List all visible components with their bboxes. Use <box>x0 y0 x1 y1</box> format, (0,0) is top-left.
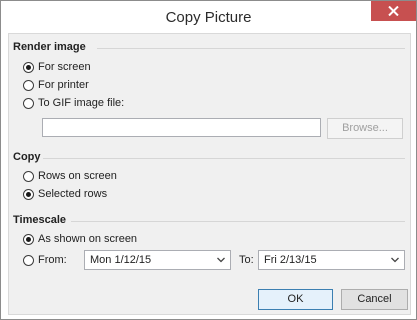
to-gif-radio[interactable] <box>23 98 34 109</box>
for-screen-label[interactable]: For screen <box>38 61 91 73</box>
for-screen-radio[interactable] <box>23 62 34 73</box>
gif-file-path-input[interactable] <box>42 118 321 137</box>
selected-rows-radio[interactable] <box>23 189 34 200</box>
from-date-value: Mon 1/12/15 <box>90 254 152 266</box>
from-date-dropdown[interactable]: Mon 1/12/15 <box>84 250 231 270</box>
browse-button[interactable]: Browse... <box>327 118 403 139</box>
render-image-separator <box>97 48 405 49</box>
timescale-separator <box>71 221 405 222</box>
render-image-heading: Render image <box>13 41 86 53</box>
close-icon <box>388 6 399 16</box>
selected-rows-label[interactable]: Selected rows <box>38 188 107 200</box>
for-printer-label[interactable]: For printer <box>38 79 89 91</box>
rows-on-screen-label[interactable]: Rows on screen <box>38 170 117 182</box>
copy-separator <box>43 158 405 159</box>
copy-heading: Copy <box>13 151 41 163</box>
copy-picture-dialog: Copy Picture Render image For screen For… <box>0 0 417 320</box>
to-date-value: Fri 2/13/15 <box>264 254 317 266</box>
from-radio[interactable] <box>23 255 34 266</box>
chevron-down-icon <box>391 257 399 263</box>
cancel-button[interactable]: Cancel <box>341 289 408 310</box>
for-printer-radio[interactable] <box>23 80 34 91</box>
chevron-down-icon <box>217 257 225 263</box>
ok-button[interactable]: OK <box>258 289 333 310</box>
to-date-dropdown[interactable]: Fri 2/13/15 <box>258 250 405 270</box>
dialog-title: Copy Picture <box>165 9 252 26</box>
title-bar[interactable]: Copy Picture <box>1 1 416 33</box>
rows-on-screen-radio[interactable] <box>23 171 34 182</box>
to-label: To: <box>239 254 254 266</box>
as-shown-on-screen-label[interactable]: As shown on screen <box>38 233 137 245</box>
dialog-body: Render image For screen For printer To G… <box>8 33 411 315</box>
as-shown-on-screen-radio[interactable] <box>23 234 34 245</box>
from-label[interactable]: From: <box>38 254 67 266</box>
to-gif-label[interactable]: To GIF image file: <box>38 97 124 109</box>
timescale-heading: Timescale <box>13 214 67 226</box>
close-button[interactable] <box>371 1 416 21</box>
